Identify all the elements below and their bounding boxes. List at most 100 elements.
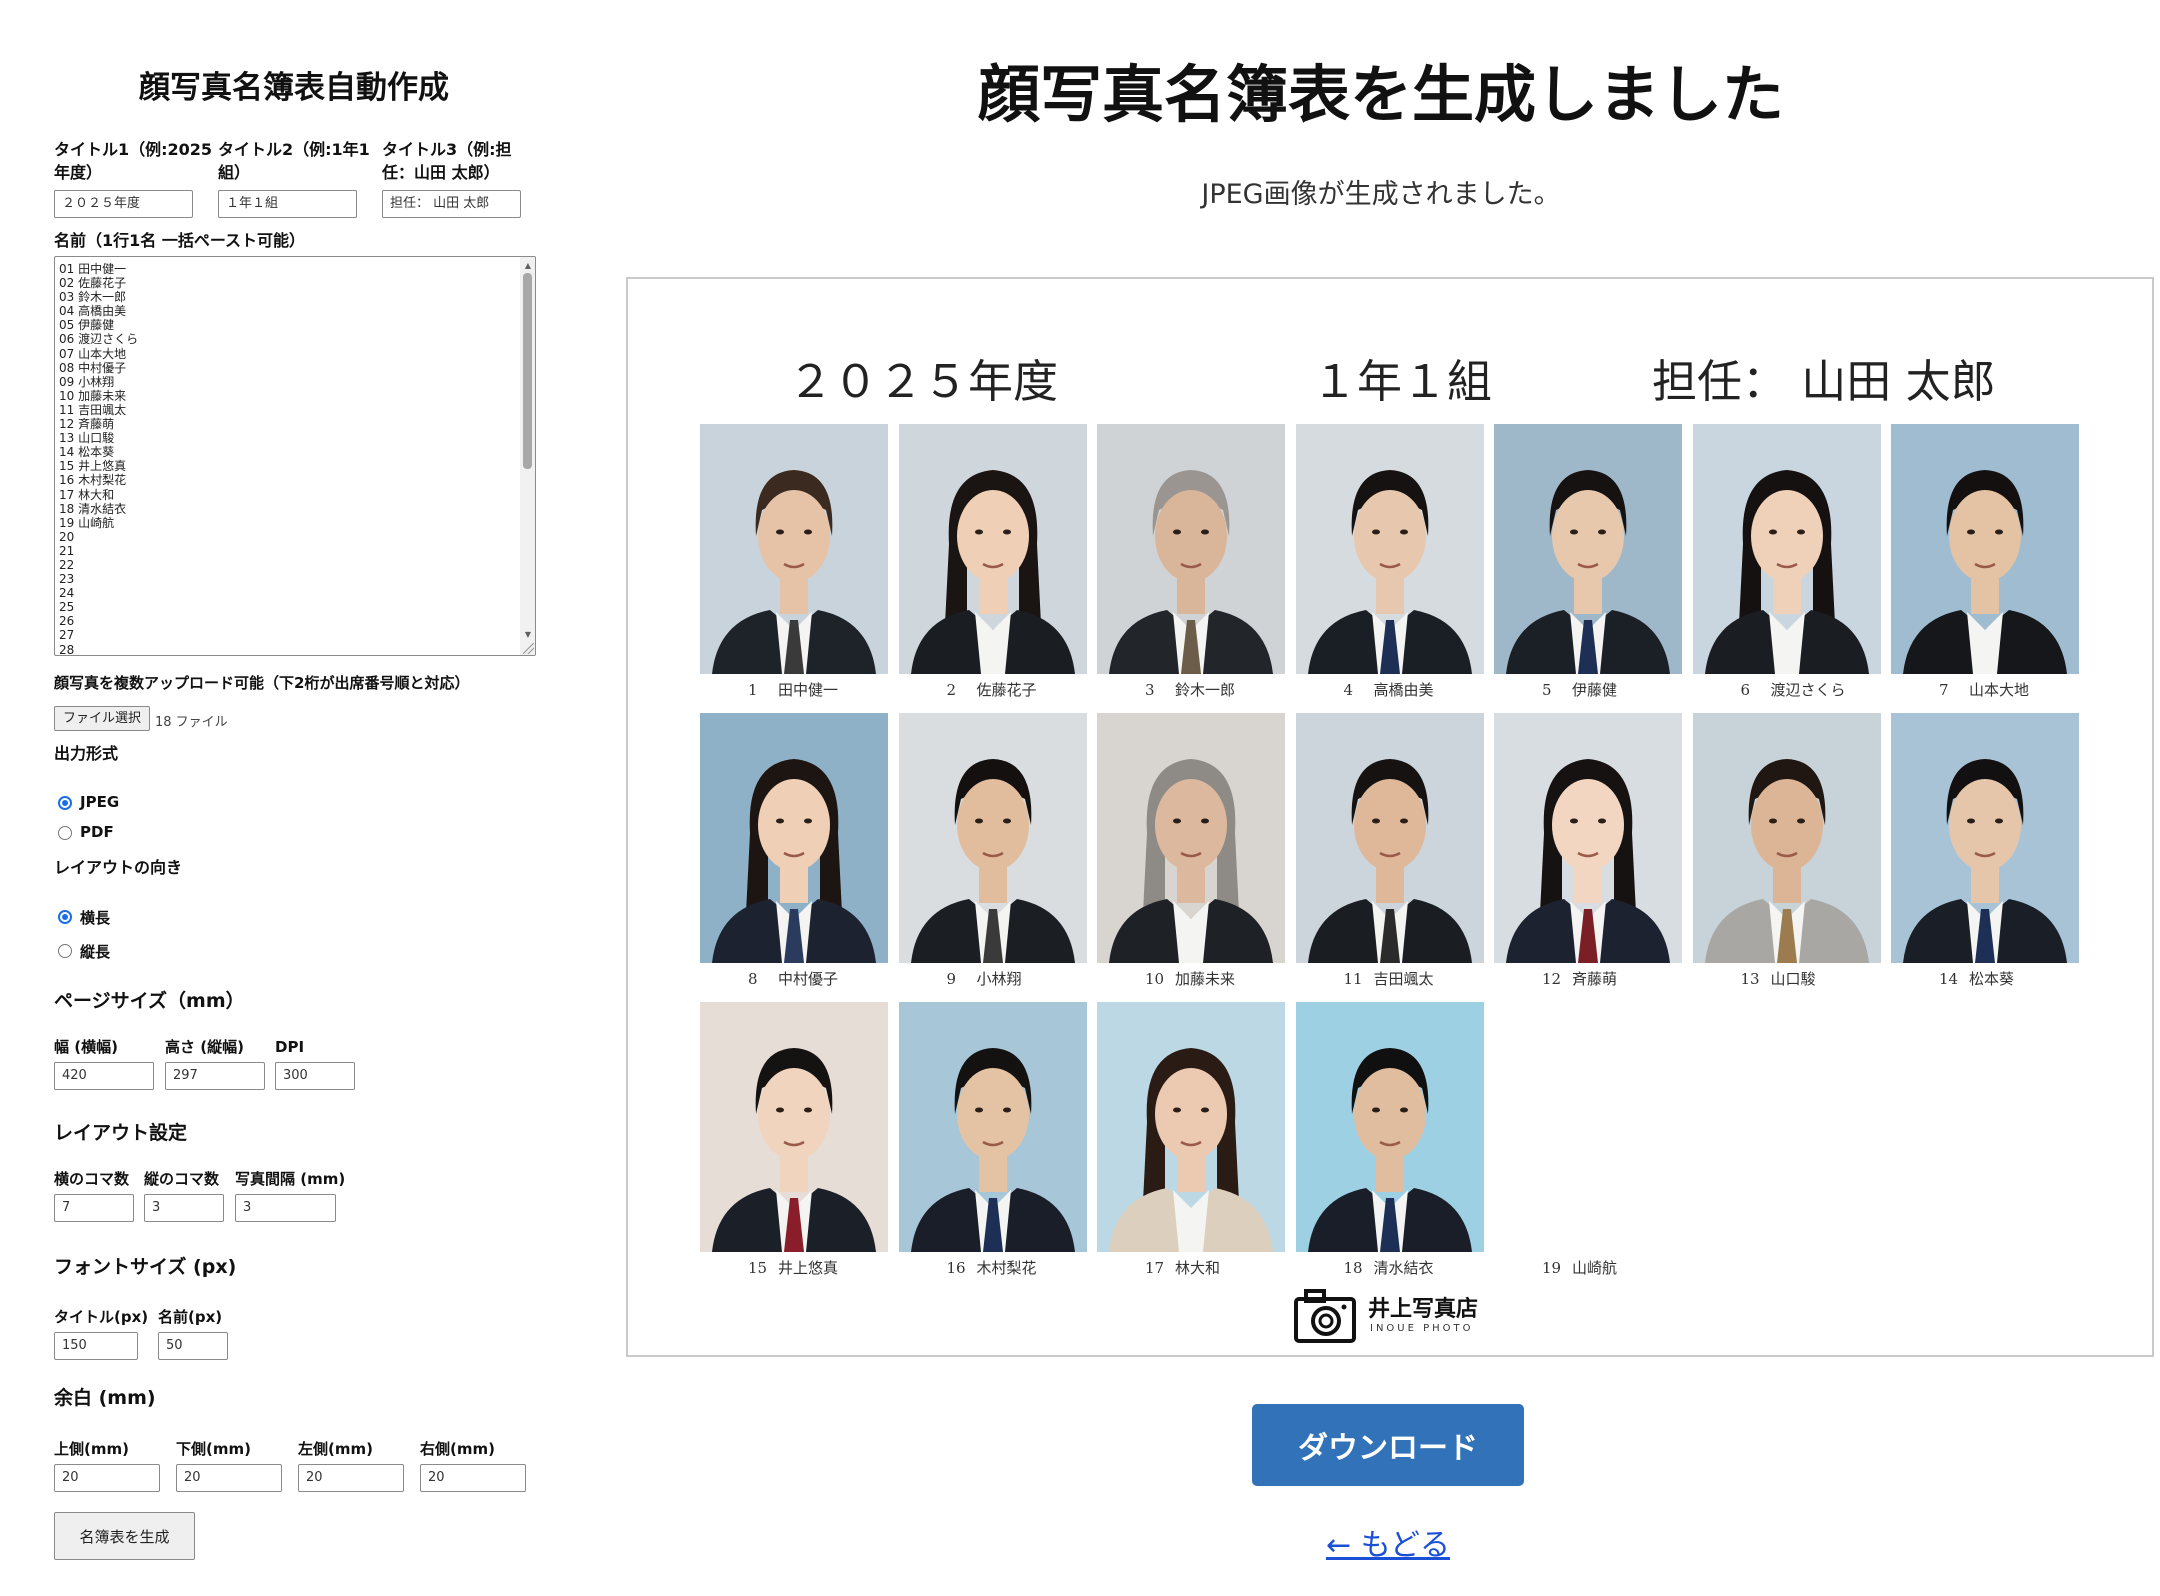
- student-photo: [1494, 424, 1682, 674]
- layout-heading: レイアウト設定: [54, 1122, 188, 1144]
- title1-input[interactable]: ２０２５年度: [54, 190, 193, 218]
- download-button[interactable]: ダウンロード: [1252, 1404, 1524, 1486]
- names-line: 21: [59, 543, 75, 558]
- student-photo: [1295, 424, 1484, 674]
- studio-logo-subtext: INOUE PHOTO: [1370, 1323, 1474, 1334]
- student-name: 斉藤萌: [1572, 970, 1618, 988]
- sheet-title-teacher: 担任： 山田 太郎: [1652, 355, 1996, 408]
- width-label: 幅 (横幅): [54, 1038, 118, 1056]
- names-line: 25: [59, 600, 75, 615]
- student-caption: 16 木村梨花: [899, 1257, 1087, 1278]
- student-name: 山崎航: [1572, 1259, 1618, 1277]
- student-number: 17: [1145, 1259, 1165, 1277]
- bottom-margin-label: 下側(mm): [176, 1440, 251, 1458]
- page-size-heading: ページサイズ（mm）: [54, 990, 245, 1012]
- sheet-title-year: ２０２５年度: [788, 355, 1059, 408]
- name-px-input[interactable]: 50: [158, 1332, 228, 1360]
- generate-button[interactable]: 名簿表を生成: [54, 1512, 195, 1560]
- student-name: 加藤未来: [1175, 970, 1236, 988]
- output-format-label: 出力形式: [54, 744, 119, 763]
- studio-logo-text: 井上写真店: [1368, 1296, 1479, 1322]
- student-name: 鈴木一郎: [1175, 681, 1236, 699]
- right-margin-input[interactable]: 20: [420, 1464, 526, 1492]
- student-name: 井上悠真: [778, 1259, 839, 1277]
- result-title: 顔写真名簿表を生成しました: [977, 58, 1784, 131]
- width-input[interactable]: 420: [54, 1062, 154, 1090]
- student-caption: 10 加藤未来: [1097, 968, 1285, 989]
- orientation-landscape-radio[interactable]: [58, 910, 72, 924]
- orientation-label: レイアウトの向き: [54, 858, 183, 877]
- student-name: 渡辺さくら: [1770, 681, 1846, 699]
- studio-logo: 井上写真店 INOUE PHOTO: [1292, 1285, 1492, 1345]
- names-line: 17 林大和: [59, 487, 115, 502]
- student-caption: 17 林大和: [1097, 1257, 1285, 1278]
- upload-label: 顔写真を複数アップロード可能（下2桁が出席番号順と対応）: [54, 674, 470, 692]
- rows-input[interactable]: 3: [144, 1194, 224, 1222]
- student-caption: 15 井上悠真: [700, 1257, 888, 1278]
- dpi-input[interactable]: 300: [275, 1062, 355, 1090]
- orientation-portrait-radio[interactable]: [58, 944, 72, 958]
- student-number: 16: [946, 1259, 966, 1277]
- textarea-scrollbar[interactable]: ▲ ▼: [520, 257, 535, 655]
- student-caption: 13 山口駿: [1693, 968, 1881, 989]
- student-caption: 12 斉藤萌: [1494, 968, 1682, 989]
- names-line: 22: [59, 557, 75, 572]
- student-caption: 9 小林翔: [899, 968, 1087, 989]
- student-photo: [700, 1002, 888, 1252]
- student-photo: [1295, 713, 1484, 963]
- resize-grip-icon[interactable]: [523, 643, 534, 654]
- bottom-margin-input[interactable]: 20: [176, 1464, 282, 1492]
- student-number: 5: [1542, 681, 1552, 699]
- student-caption: 8 中村優子: [700, 968, 888, 989]
- names-textarea[interactable]: 01 田中健一 02 佐藤花子 03 鈴木一郎 04 高橋由美 05 伊藤健 06 渡辺さ…: [54, 256, 536, 656]
- height-input[interactable]: 297: [165, 1062, 265, 1090]
- gap-input[interactable]: 3: [235, 1194, 336, 1222]
- student-photo: [1295, 1002, 1484, 1252]
- student-photo: [898, 713, 1087, 963]
- student-caption: 18 清水結衣: [1296, 1257, 1484, 1278]
- form-title: 顔写真名簿表自動作成: [139, 70, 449, 106]
- student-name: 高橋由美: [1373, 681, 1434, 699]
- student-caption: 6 渡辺さくら: [1693, 679, 1881, 700]
- output-jpeg-radio[interactable]: [58, 796, 72, 810]
- student-photo: [898, 1002, 1087, 1252]
- file-select-button[interactable]: ファイル選択: [54, 706, 151, 731]
- output-pdf-radio[interactable]: [58, 826, 72, 840]
- student-number: 2: [946, 681, 957, 699]
- file-count: 18 ファイル: [155, 715, 228, 730]
- scroll-down-icon[interactable]: ▼: [525, 630, 531, 639]
- back-link[interactable]: ← もどる: [1252, 1520, 1524, 1564]
- font-size-heading: フォントサイズ (px): [54, 1256, 237, 1278]
- margin-heading: 余白 (mm): [54, 1387, 156, 1409]
- title3-label: タイトル3（例:担 任：山田 太郎）: [382, 140, 512, 182]
- names-line: 04 高橋由美: [59, 304, 127, 319]
- left-margin-input[interactable]: 20: [298, 1464, 404, 1492]
- student-number: 4: [1343, 681, 1354, 699]
- names-line: 05 伊藤健: [59, 318, 115, 333]
- names-line: 01 田中健一: [59, 262, 127, 276]
- student-number: 15: [748, 1259, 768, 1277]
- camera-icon: [1294, 1289, 1356, 1343]
- names-line: 27: [59, 628, 75, 643]
- student-name: 清水結衣: [1373, 1259, 1434, 1277]
- names-label: 名前（1行1名 一括ペースト可能）: [54, 231, 306, 250]
- student-caption: 4 高橋由美: [1296, 679, 1484, 700]
- student-photo: [700, 713, 888, 963]
- student-caption: 1 田中健一: [700, 679, 888, 700]
- top-margin-label: 上側(mm): [54, 1440, 129, 1458]
- student-number: 8: [748, 970, 758, 988]
- student-name: 山本大地: [1969, 681, 2030, 699]
- scrollbar-thumb[interactable]: [523, 273, 532, 469]
- title2-input[interactable]: １年１組: [218, 190, 357, 218]
- names-line: 20: [59, 529, 75, 544]
- scroll-up-icon[interactable]: ▲: [525, 261, 531, 270]
- cols-input[interactable]: 7: [54, 1194, 134, 1222]
- title-px-label: タイトル(px): [54, 1308, 149, 1326]
- title3-input[interactable]: 担任： 山田 太郎: [382, 190, 521, 218]
- student-number: 13: [1740, 970, 1760, 988]
- orientation-landscape-label: 横長: [80, 909, 111, 927]
- output-pdf-label: PDF: [80, 823, 114, 841]
- top-margin-input[interactable]: 20: [54, 1464, 160, 1492]
- title-px-input[interactable]: 150: [54, 1332, 138, 1360]
- names-line: 13 山口駿: [59, 431, 115, 446]
